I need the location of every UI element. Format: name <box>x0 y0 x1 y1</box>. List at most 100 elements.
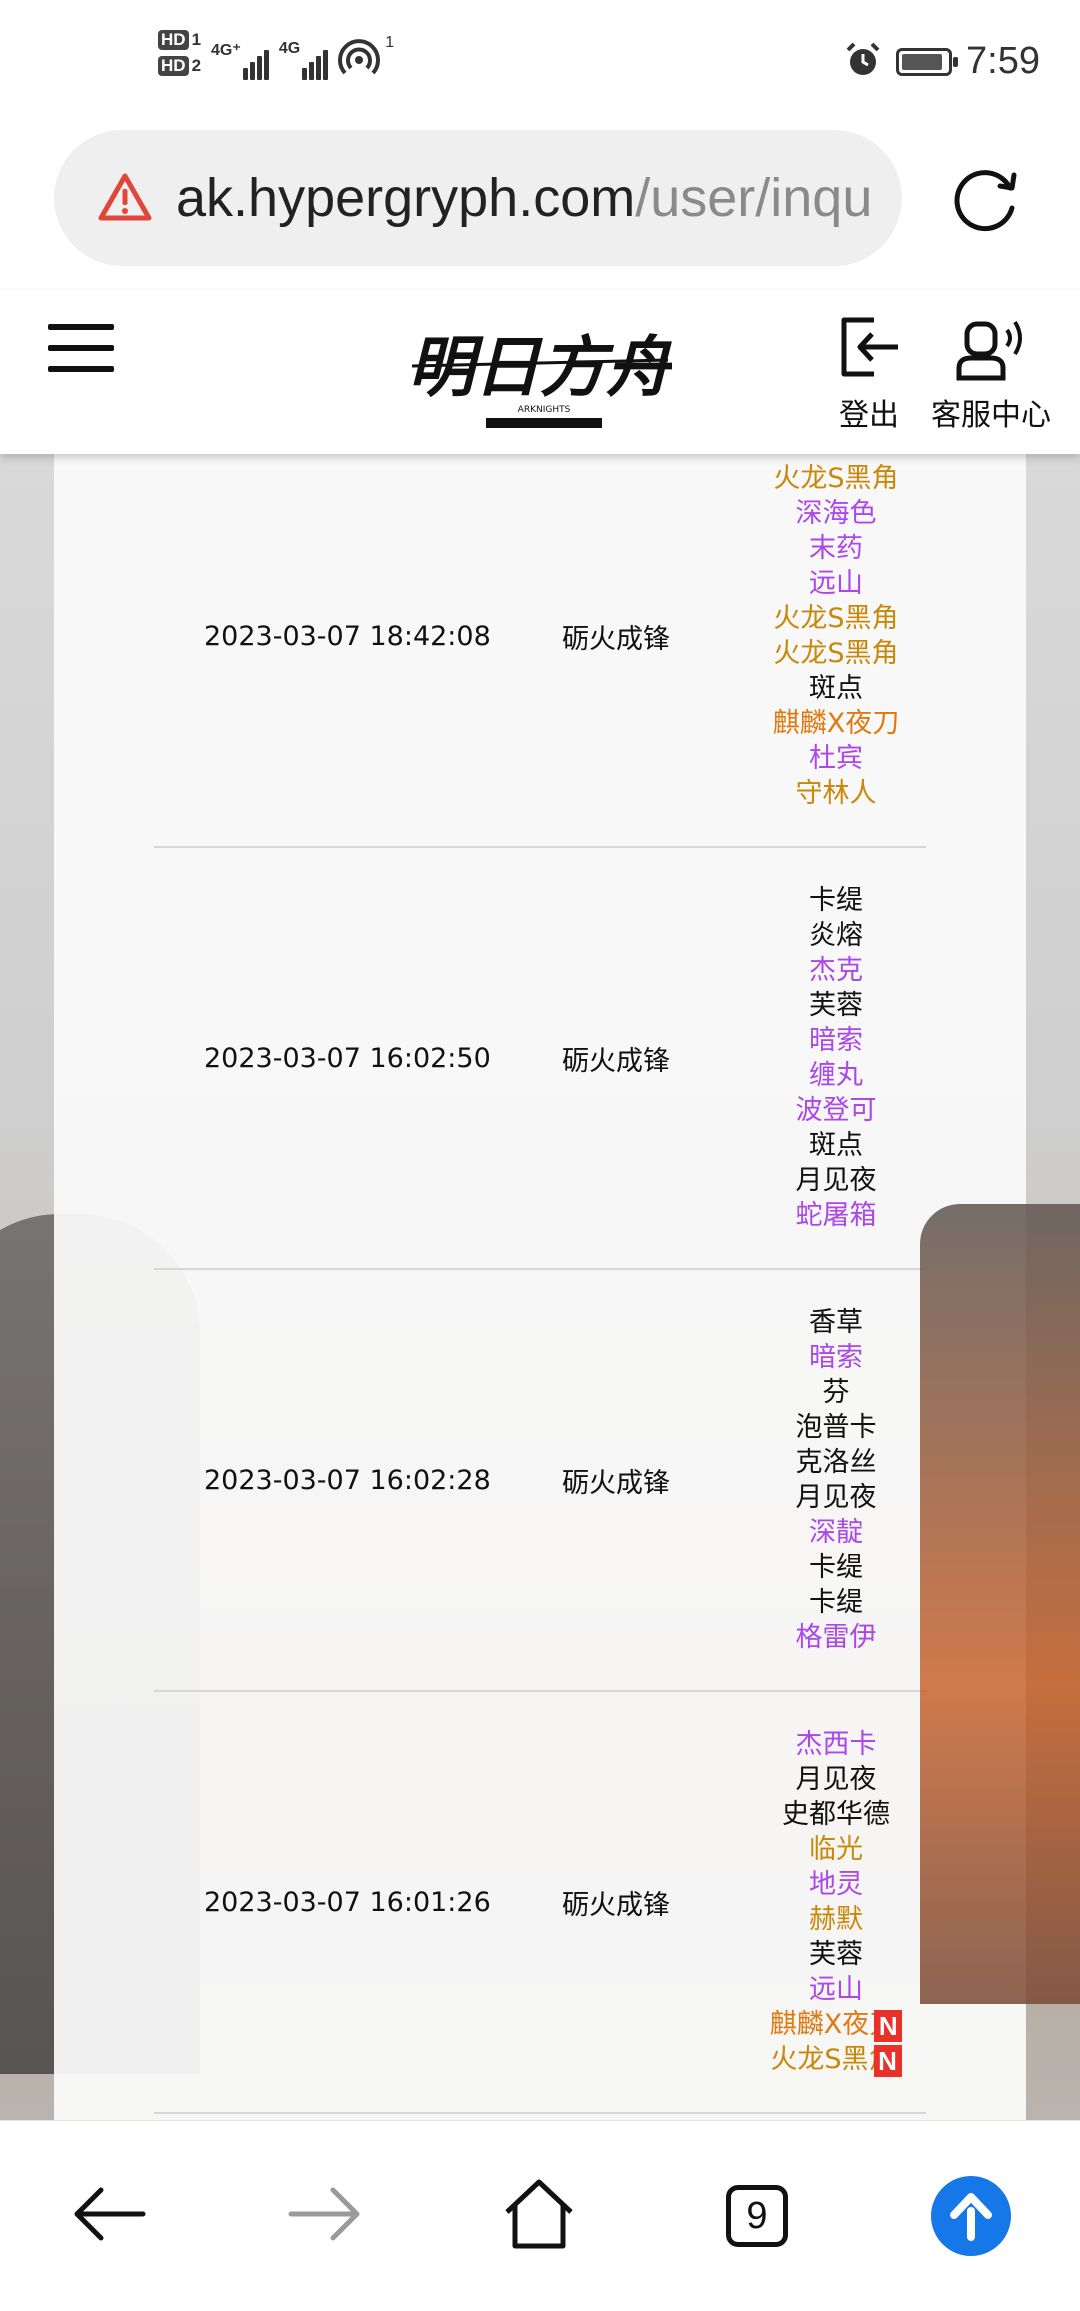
operator-name: 深海色 <box>796 496 877 531</box>
operator-name: 守林人 <box>796 776 877 811</box>
operator-label: 远山 <box>809 568 863 599</box>
operator-label: 暗索 <box>809 1342 863 1373</box>
operator-name: 深靛 <box>809 1515 863 1550</box>
url-host: ak.hypergryph.com <box>176 168 636 228</box>
operator-name: 暗索 <box>809 1023 863 1058</box>
operator-label: 克洛丝 <box>795 1447 877 1478</box>
reload-icon[interactable] <box>946 158 1026 238</box>
signal-1-icon: 4G⁺ <box>211 36 269 80</box>
record-operators: 火龙S黑角 深海色 末药 远山 火龙S黑角 火龙S黑角 斑点 麒麟X夜刀 杜宾 守林人 <box>726 454 946 846</box>
status-right: 7:59 <box>844 40 1040 83</box>
operator-name: 远山 <box>809 1972 863 2007</box>
operator-label: 深海色 <box>795 498 877 529</box>
operator-name: 火龙S黑角N <box>770 2042 902 2077</box>
forward-button[interactable] <box>280 2171 370 2261</box>
record-pool: 砺火成锋 <box>562 623 670 655</box>
warning-icon[interactable] <box>98 172 152 222</box>
operator-label: 史都华德 <box>782 1799 890 1830</box>
operator-label: 卡缇 <box>809 1552 863 1583</box>
record-pool: 砺火成锋 <box>562 1889 670 1921</box>
customer-service-button[interactable]: 客服中心 <box>928 312 1054 434</box>
operator-label: 临光 <box>809 1834 863 1865</box>
logout-button[interactable]: 登出 <box>834 312 904 434</box>
gacha-record-list: 2023-03-07 18:42:08 砺火成锋 火龙S黑角 深海色 末药 远山 火龙S黑角… <box>154 454 926 2114</box>
operator-label: 杰西卡 <box>795 1729 877 1760</box>
operator-name: 香草 <box>809 1305 863 1340</box>
operator-label: 火龙S黑角 <box>773 603 899 634</box>
home-button[interactable] <box>494 2171 584 2261</box>
hd-badge: HD <box>158 30 189 50</box>
operator-label: 格雷伊 <box>795 1622 877 1653</box>
record-operators: 卡缇 炎熔 杰克 芙蓉 暗索 缠丸 波登可 斑点 月见夜 蛇屠箱 <box>726 848 946 1268</box>
operator-name: 蛇屠箱 <box>796 1198 877 1233</box>
customer-service-icon <box>953 320 1029 386</box>
status-bar: HD 1 HD 2 4G⁺ 4G 1 7:59 <box>0 0 1080 122</box>
alarm-icon <box>844 41 882 83</box>
page-background: 2023-03-07 18:42:08 砺火成锋 火龙S黑角 深海色 末药 远山 火龙S黑角… <box>0 454 1080 2120</box>
network-type-1: 4G⁺ <box>211 42 241 59</box>
back-button[interactable] <box>64 2171 154 2261</box>
record-time: 2023-03-07 16:01:26 <box>204 1886 491 1918</box>
logo-subtitle: ARKNIGHTS <box>518 405 571 415</box>
url-text[interactable]: ak.hypergryph.com/user/inqu <box>176 166 878 230</box>
operator-name: 卡缇 <box>809 1550 863 1585</box>
operator-name: 克洛丝 <box>796 1445 877 1480</box>
operator-label: 麒麟X夜刀 <box>772 708 900 739</box>
operator-name: 芙蓉 <box>809 988 863 1023</box>
arknights-logo[interactable]: 明日方舟 ARKNIGHTS <box>408 308 677 436</box>
operator-name: 杜宾 <box>809 741 863 776</box>
gacha-record-panel: 2023-03-07 18:42:08 砺火成锋 火龙S黑角 深海色 末药 远山 火龙S黑角… <box>54 454 1026 2120</box>
operator-label: 斑点 <box>809 673 863 704</box>
operator-name: 芬 <box>823 1375 850 1410</box>
operator-label: 火龙S黑角 <box>773 638 899 669</box>
operator-name: 远山 <box>809 566 863 601</box>
operator-label: 火龙S黑角 <box>773 463 899 494</box>
sim-indicators: HD 1 HD 2 <box>158 30 201 76</box>
operator-label: 暗索 <box>809 1025 863 1056</box>
operator-name: 临光 <box>809 1832 863 1867</box>
operator-name: 火龙S黑角 <box>773 461 898 496</box>
browser-toolbar: ak.hypergryph.com/user/inqu <box>0 122 1080 290</box>
record-pool: 砺火成锋 <box>562 1045 670 1077</box>
operator-name: 暗索 <box>809 1340 863 1375</box>
operator-label: 末药 <box>809 533 863 564</box>
browser-bottom-nav: 9 <box>0 2120 1080 2311</box>
operator-label: 赫默 <box>809 1904 863 1935</box>
operator-name: 月见夜 <box>796 1163 877 1198</box>
status-left: HD 1 HD 2 4G⁺ 4G 1 <box>158 30 394 80</box>
operator-name: 波登可 <box>796 1093 877 1128</box>
operator-name: 杰克 <box>809 953 863 988</box>
clock: 7:59 <box>966 40 1040 82</box>
signal-2-icon: 4G <box>279 36 329 80</box>
menu-icon[interactable] <box>48 324 114 378</box>
new-badge: N <box>873 2045 902 2077</box>
operator-label: 蛇屠箱 <box>795 1200 877 1231</box>
operator-name: 泡普卡 <box>796 1410 877 1445</box>
logout-label: 登出 <box>839 398 899 433</box>
operator-name: 杰西卡 <box>796 1727 877 1762</box>
operator-name: 麒麟X夜刀 <box>773 706 900 741</box>
sim2-indicator: HD 2 <box>158 56 201 76</box>
operator-name: 芙蓉 <box>809 1937 863 1972</box>
operator-label: 芙蓉 <box>809 1939 863 1970</box>
operator-label: 炎熔 <box>809 920 863 951</box>
customer-service-label: 客服中心 <box>931 398 1051 433</box>
operator-name: 斑点 <box>809 1128 863 1163</box>
operator-label: 泡普卡 <box>795 1412 877 1443</box>
tabs-button[interactable]: 9 <box>712 2171 802 2261</box>
address-bar[interactable]: ak.hypergryph.com/user/inqu <box>54 130 902 266</box>
operator-label: 香草 <box>809 1307 863 1338</box>
hd-badge: HD <box>158 56 189 76</box>
gacha-record-row: 2023-03-07 16:02:28 砺火成锋 香草 暗索芬泡普卡 克洛丝 月见夜 深靛卡… <box>154 1270 926 1692</box>
operator-name: 卡缇 <box>809 1585 863 1620</box>
new-badge: N <box>874 2010 903 2042</box>
operator-label: 斑点 <box>809 1130 863 1161</box>
arrow-up-icon <box>931 2176 1011 2256</box>
logo-text: 明日方舟 <box>408 328 672 406</box>
operator-label: 月见夜 <box>795 1764 877 1795</box>
operator-label: 杰克 <box>809 955 863 986</box>
tabs-count: 9 <box>726 2185 788 2247</box>
url-path: /user/inqu <box>635 168 873 228</box>
upload-button[interactable] <box>926 2171 1016 2261</box>
operator-name: 缠丸 <box>809 1058 863 1093</box>
